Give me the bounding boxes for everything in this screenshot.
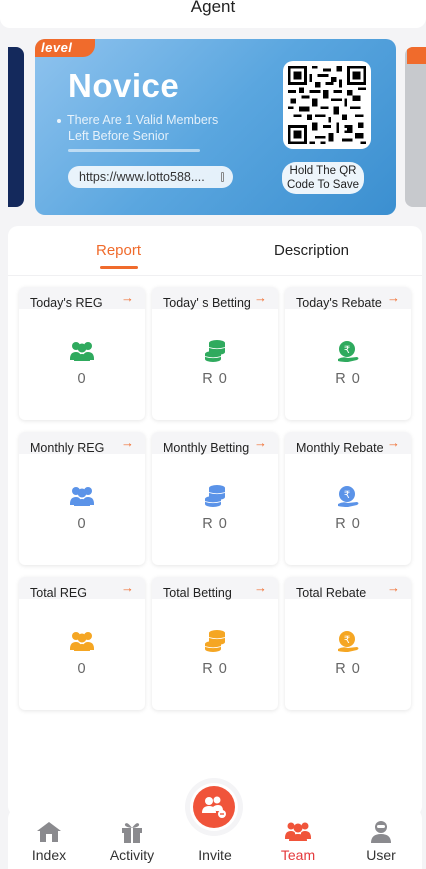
arrow-right-icon[interactable]: → <box>387 580 400 595</box>
rebate-icon: ₹ <box>338 486 359 507</box>
stat-label: Today's Rebate <box>296 296 382 310</box>
level-tag: level <box>35 39 95 57</box>
report-tabs: Report Description <box>8 226 422 276</box>
stat-label: Monthly Rebate <box>296 441 384 455</box>
nav-label-user: User <box>366 847 396 863</box>
page-header: Agent <box>0 0 426 28</box>
stat-card-total-betting[interactable]: Total Betting → R 0 <box>152 577 278 710</box>
qr-save-hint: Hold The QR Code To Save <box>282 162 364 194</box>
invite-link-pill[interactable]: https://www.lotto588.... <box>68 166 233 188</box>
stat-label: Total Betting <box>163 586 232 600</box>
next-level-card[interactable] <box>405 47 426 207</box>
users-icon <box>70 487 94 506</box>
stat-card-today-rebate[interactable]: Today's Rebate → ₹ R 0 <box>285 287 411 420</box>
user-icon <box>371 821 391 843</box>
arrow-right-icon[interactable]: → <box>387 290 400 305</box>
svg-text:₹: ₹ <box>344 635 350 646</box>
rebate-icon: ₹ <box>338 631 359 652</box>
stat-value: R 0 <box>335 371 361 387</box>
report-panel: Report Description Today's REG → 0 Today… <box>8 226 422 816</box>
tab-report[interactable]: Report <box>96 242 141 259</box>
stat-label: Total REG <box>30 586 87 600</box>
nav-item-user[interactable]: User <box>340 807 422 869</box>
copy-icon[interactable] <box>221 172 224 182</box>
stat-value: 0 <box>77 661 87 677</box>
coins-icon <box>204 340 226 362</box>
svg-text:₹: ₹ <box>344 345 350 356</box>
stat-value: 0 <box>77 516 87 532</box>
svg-text:₹: ₹ <box>344 490 350 501</box>
level-card: level Novice There Are 1 Valid Members L… <box>35 39 396 215</box>
coins-icon <box>204 485 226 507</box>
invite-link-text: https://www.lotto588.... <box>79 170 205 184</box>
stat-value: R 0 <box>335 661 361 677</box>
next-level-tag <box>407 47 426 64</box>
nav-label-team: Team <box>280 847 316 863</box>
stat-value: R 0 <box>202 661 228 677</box>
stat-value: 0 <box>77 371 87 387</box>
stat-card-monthly-rebate[interactable]: Monthly Rebate → ₹ R 0 <box>285 432 411 565</box>
level-desc-line2: Left Before Senior <box>68 129 169 143</box>
nav-item-team[interactable]: Team <box>257 807 339 869</box>
stat-label: Total Rebate <box>296 586 367 600</box>
stat-card-monthly-betting[interactable]: Monthly Betting → R 0 <box>152 432 278 565</box>
rebate-icon: ₹ <box>338 341 359 362</box>
invite-button[interactable] <box>190 783 238 831</box>
arrow-right-icon[interactable]: → <box>254 435 267 450</box>
stat-card-monthly-reg[interactable]: Monthly REG → 0 <box>19 432 145 565</box>
qr-code[interactable] <box>283 61 371 149</box>
stat-card-total-reg[interactable]: Total REG → 0 <box>19 577 145 710</box>
level-name: Novice <box>68 67 180 104</box>
stat-label: Today' s Betting <box>163 296 251 310</box>
nav-item-activity[interactable]: Activity <box>91 807 173 869</box>
arrow-right-icon[interactable]: → <box>254 580 267 595</box>
arrow-right-icon[interactable]: → <box>121 580 134 595</box>
arrow-right-icon[interactable]: → <box>254 290 267 305</box>
stat-card-total-rebate[interactable]: Total Rebate → ₹ R 0 <box>285 577 411 710</box>
tab-active-indicator <box>100 266 138 269</box>
team-icon <box>285 822 311 841</box>
stat-label: Monthly Betting <box>163 441 250 455</box>
bullet-icon <box>57 118 61 123</box>
stat-label: Today's REG <box>30 296 103 310</box>
arrow-right-icon[interactable]: → <box>121 435 134 450</box>
invite-users-icon <box>202 796 226 818</box>
arrow-right-icon[interactable]: → <box>387 435 400 450</box>
qr-code-icon <box>288 66 366 144</box>
level-description: There Are 1 Valid Members Left Before Se… <box>57 112 257 144</box>
arrow-right-icon[interactable]: → <box>121 290 134 305</box>
page-title: Agent <box>190 0 236 16</box>
tab-description[interactable]: Description <box>274 242 349 259</box>
stat-value: R 0 <box>335 516 361 532</box>
stat-value: R 0 <box>202 516 228 532</box>
nav-item-index[interactable]: Index <box>8 807 90 869</box>
nav-label-index: Index <box>31 847 67 863</box>
home-icon <box>37 822 61 842</box>
gift-icon <box>122 823 142 843</box>
stat-card-today-betting[interactable]: Today' s Betting → R 0 <box>152 287 278 420</box>
stat-label: Monthly REG <box>30 441 105 455</box>
level-desc-line1: There Are 1 Valid Members <box>67 113 219 127</box>
stat-card-today-reg[interactable]: Today's REG → 0 <box>19 287 145 420</box>
users-icon <box>70 632 94 651</box>
nav-label-activity: Activity <box>109 847 155 863</box>
stat-value: R 0 <box>202 371 228 387</box>
invite-button-inner <box>193 786 235 828</box>
users-icon <box>70 342 94 361</box>
prev-level-card[interactable] <box>8 47 24 207</box>
coins-icon <box>204 630 226 652</box>
level-progress-bar <box>68 149 200 152</box>
nav-label-invite: Invite <box>198 847 232 863</box>
